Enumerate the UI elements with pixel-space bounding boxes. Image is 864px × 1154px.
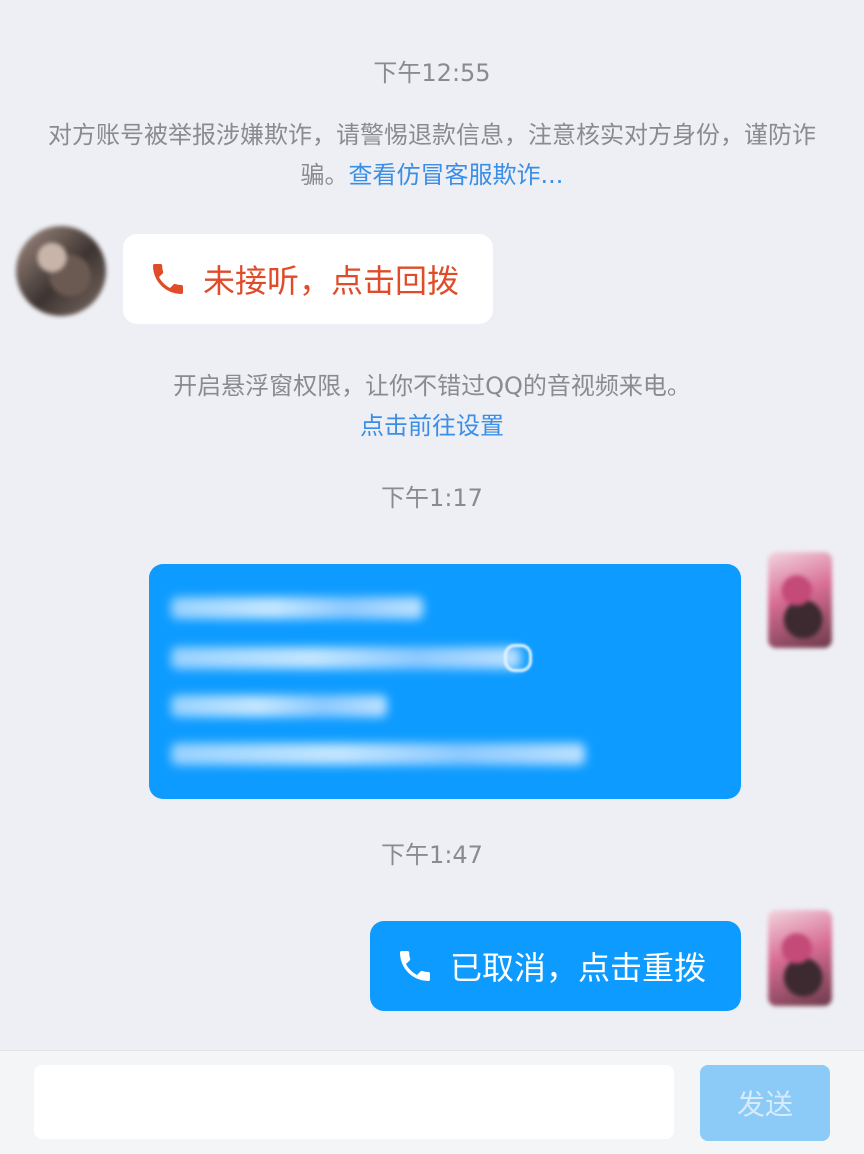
missed-call-bubble[interactable]: 未接听，点击回拨 (123, 234, 493, 324)
send-button[interactable]: 发送 (700, 1065, 830, 1141)
blurred-emoji (504, 644, 532, 672)
message-input-bar: 发送 (0, 1050, 864, 1154)
cancelled-call-bubble[interactable]: 已取消，点击重拨 (370, 921, 741, 1011)
blurred-text-line (171, 597, 423, 619)
cancelled-call-label: 已取消，点击重拨 (450, 949, 707, 987)
timestamp: 下午1:47 (381, 841, 483, 869)
chat-message-area[interactable]: 下午12:55 对方账号被举报涉嫌欺诈，请警惕退款信息，注意核实对方身份，谨防诈… (0, 0, 864, 1050)
phone-icon (147, 258, 189, 300)
fraud-info-link[interactable]: 查看仿冒客服欺诈... (349, 161, 564, 189)
timestamp: 下午1:17 (381, 484, 483, 512)
float-window-text: 开启悬浮窗权限，让你不错过QQ的音视频来电。 (173, 372, 691, 400)
blurred-text-line (171, 743, 585, 765)
float-window-notice: 开启悬浮窗权限，让你不错过QQ的音视频来电。 点击前往设置 (40, 366, 824, 446)
self-avatar[interactable] (768, 910, 832, 1006)
missed-call-label: 未接听，点击回拨 (203, 262, 460, 300)
blurred-text-line (171, 695, 387, 717)
blurred-message-bubble[interactable] (149, 564, 741, 799)
message-input[interactable] (34, 1065, 674, 1139)
fraud-warning-notice: 对方账号被举报涉嫌欺诈，请警惕退款信息，注意核实对方身份，谨防诈骗。查看仿冒客服… (40, 115, 824, 195)
self-avatar[interactable] (768, 552, 832, 648)
timestamp: 下午12:55 (373, 59, 491, 87)
contact-avatar[interactable] (16, 226, 106, 316)
blurred-text-line (171, 647, 521, 669)
phone-icon (394, 945, 436, 987)
float-window-settings-link[interactable]: 点击前往设置 (40, 406, 824, 446)
